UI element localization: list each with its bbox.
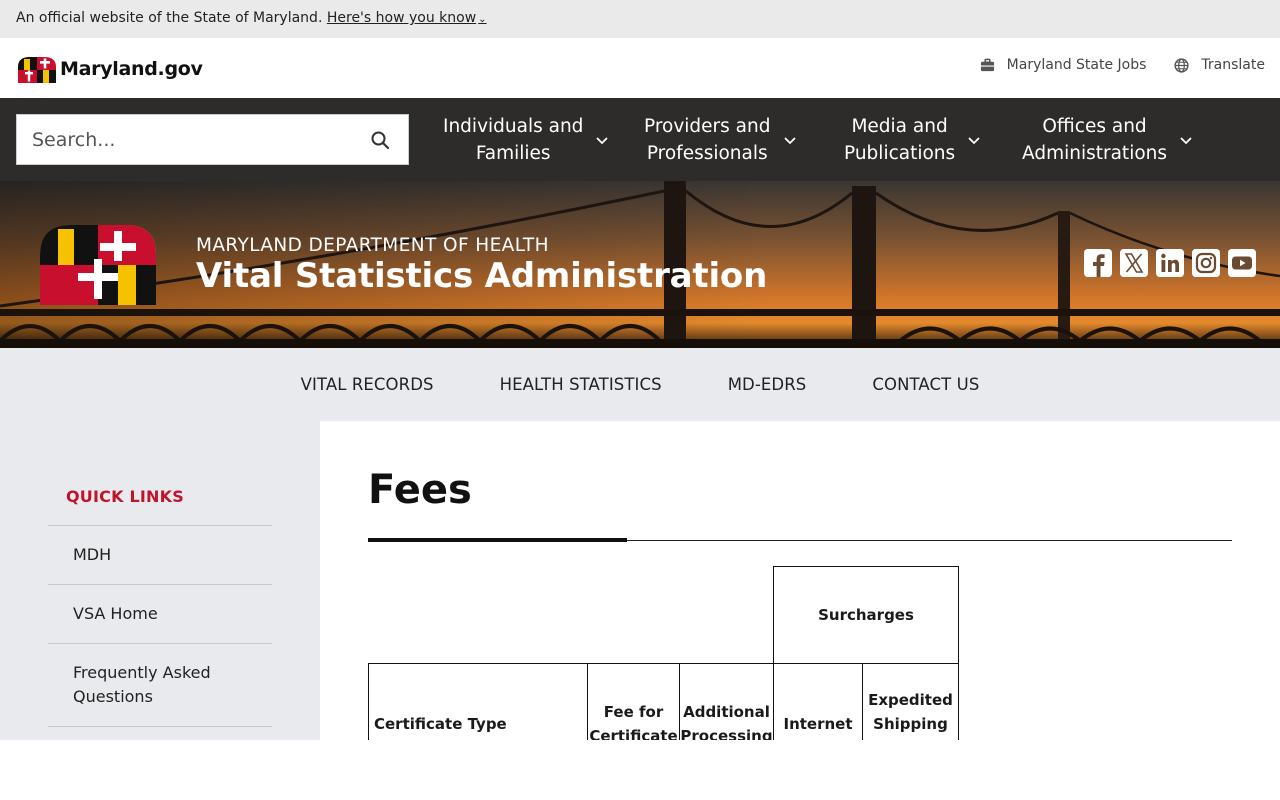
- fees-table: Surcharges Certificate Type Fee for Cert…: [368, 566, 959, 740]
- quick-links-list: MDH VSA Home Frequently Asked Questions: [48, 525, 272, 727]
- x-twitter-icon[interactable]: [1120, 249, 1148, 277]
- quick-links-sidebar: QUICK LINKS MDH VSA Home Frequently Aske…: [0, 421, 320, 740]
- translate-label: Translate: [1201, 57, 1265, 73]
- page-title: Fees: [368, 467, 472, 513]
- maryland-flag-icon: [18, 57, 56, 83]
- section-navigation: VITAL RECORDS HEALTH STATISTICS MD-EDRS …: [0, 348, 1280, 421]
- nav-label: Providers and Professionals: [644, 116, 771, 164]
- main-navigation: Individuals andFamilies Providers andPro…: [0, 98, 1280, 181]
- chevron-down-icon: [783, 137, 796, 145]
- quick-link-vsa-home[interactable]: VSA Home: [48, 584, 272, 643]
- chevron-down-icon: [596, 137, 609, 145]
- chevron-down-icon: ⌄: [478, 14, 487, 25]
- department-name: MARYLAND DEPARTMENT OF HEALTH: [196, 235, 549, 256]
- search-input[interactable]: [17, 115, 357, 164]
- quick-link-mdh[interactable]: MDH: [48, 525, 272, 584]
- subnav-vital-records[interactable]: VITAL RECORDS: [301, 375, 434, 394]
- facebook-icon[interactable]: [1084, 249, 1112, 277]
- page-viewport: An official website of the State of Mary…: [0, 0, 1280, 740]
- maryland-state-jobs-label: Maryland State Jobs: [1006, 57, 1147, 73]
- column-header-expedited-shipping: Expedited Shipping (only for: [862, 663, 959, 740]
- search-box: [16, 114, 409, 165]
- agency-name: Vital Statistics Administration: [196, 256, 768, 296]
- globe-icon: [1174, 57, 1190, 73]
- surcharges-header: Surcharges: [773, 566, 959, 664]
- official-banner-text: An official website of the State of Mary…: [16, 10, 323, 26]
- maryland-flag-logo: [40, 225, 156, 305]
- hero-banner: MARYLAND DEPARTMENT OF HEALTH Vital Stat…: [0, 181, 1280, 348]
- heres-how-you-know-link[interactable]: Here's how you know ⌄: [327, 10, 487, 26]
- official-banner: An official website of the State of Mary…: [0, 0, 1280, 38]
- youtube-icon[interactable]: [1228, 249, 1256, 277]
- logo-text: Maryland.gov: [60, 58, 203, 80]
- nav-individuals-and-families[interactable]: Individuals and Families: [443, 112, 609, 168]
- main-content: Fees Surcharges Certificate Type Fee for…: [320, 421, 1280, 740]
- social-links: [1084, 249, 1256, 277]
- title-divider-accent: [368, 538, 627, 542]
- nav-offices-and-administrations[interactable]: Offices and Administrations: [1022, 112, 1193, 168]
- translate-link[interactable]: Translate: [1174, 57, 1265, 73]
- quick-link-faq[interactable]: Frequently Asked Questions: [48, 643, 272, 727]
- nav-media-and-publications[interactable]: Media and Publications: [844, 112, 981, 168]
- search-icon[interactable]: [370, 130, 390, 150]
- subnav-health-statistics[interactable]: HEALTH STATISTICS: [500, 375, 662, 394]
- column-header-internet: Internet: [773, 663, 863, 740]
- chevron-down-icon: [968, 137, 980, 145]
- nav-providers-and-professionals[interactable]: Providers and Professionals: [644, 112, 797, 168]
- quick-links-title: QUICK LINKS: [66, 487, 184, 506]
- maryland-state-jobs-link[interactable]: Maryland State Jobs: [980, 57, 1147, 73]
- chevron-down-icon: [1180, 137, 1192, 145]
- column-header-additional-processing: Additional Processing: [679, 663, 774, 740]
- column-header-fee-for-certificate: Fee for Certificate: [587, 663, 680, 740]
- nav-label: Offices and Administrations: [1022, 116, 1168, 164]
- column-header-certificate-type: Certificate Type: [368, 663, 588, 740]
- nav-label: Media and Publications: [844, 116, 956, 164]
- instagram-icon[interactable]: [1192, 249, 1220, 277]
- linkedin-icon[interactable]: [1156, 249, 1184, 277]
- site-header: Maryland.gov Maryland State Jobs Transla…: [0, 38, 1280, 98]
- agency-title: MARYLAND DEPARTMENT OF HEALTH Vital Stat…: [196, 235, 767, 295]
- nav-label: Individuals and Families: [443, 116, 584, 164]
- subnav-contact-us[interactable]: CONTACT US: [872, 375, 979, 394]
- header-utility-links: Maryland State Jobs Translate: [980, 57, 1265, 73]
- briefcase-icon: [980, 58, 994, 71]
- subnav-md-edrs[interactable]: MD-EDRS: [728, 375, 807, 394]
- maryland-gov-logo[interactable]: Maryland.gov: [16, 54, 203, 84]
